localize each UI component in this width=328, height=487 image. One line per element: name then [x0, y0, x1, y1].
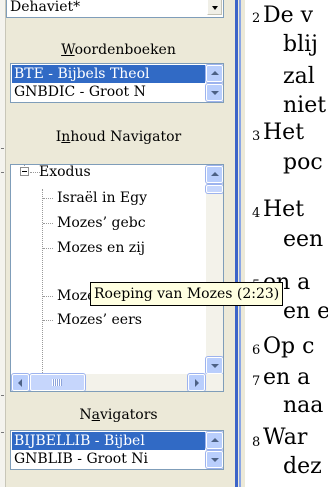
- tree-node[interactable]: Mozes en zij: [57, 238, 145, 258]
- list-item[interactable]: GNBDIC - Groot N: [12, 83, 205, 101]
- verse-number: 3: [252, 129, 261, 144]
- verse-line: en e: [283, 299, 328, 324]
- verse-line: naa: [283, 393, 324, 418]
- scroll-up-icon[interactable]: [205, 64, 223, 83]
- scroll-right-icon[interactable]: [187, 373, 206, 391]
- panel-splitter[interactable]: [231, 0, 245, 487]
- bible-text-pane[interactable]: 2 De v blij zal niet 3 Het poc 4 Het een…: [245, 0, 328, 487]
- verse-line: niet: [283, 93, 327, 118]
- edge-mark: [1, 172, 4, 173]
- tree-node-exodus[interactable]: Exodus: [39, 165, 91, 182]
- scroll-down-icon[interactable]: [205, 450, 223, 469]
- chevron-down-icon[interactable]: [207, 0, 222, 15]
- tree-connector: [42, 189, 43, 375]
- woordenboeken-label: Woordenboeken: [61, 42, 176, 58]
- vertical-scrollbar[interactable]: [205, 165, 223, 375]
- scroll-thumb[interactable]: [29, 373, 86, 391]
- tree-connector: [43, 320, 53, 321]
- horizontal-scrollbar[interactable]: [11, 373, 223, 391]
- woordenboeken-list[interactable]: BTE - Bijbels Theol GNBDIC - Groot N: [10, 63, 224, 103]
- verse-line: dez: [283, 454, 322, 479]
- tree-node[interactable]: Mozes’ eers: [57, 310, 142, 330]
- verse-number: 7: [252, 374, 261, 389]
- scroll-down-icon[interactable]: [205, 83, 223, 102]
- version-combobox-value: Dehaviet*: [10, 0, 81, 15]
- verse-line: Het: [263, 120, 305, 145]
- list-item[interactable]: BTE - Bijbels Theol: [12, 65, 205, 83]
- tree-node[interactable]: Mozes’ gebc: [57, 213, 146, 233]
- edge-mark: [1, 432, 4, 433]
- navigators-label: Navigators: [79, 407, 158, 423]
- list-item[interactable]: BIJBELLIB - Bijbel: [12, 432, 205, 450]
- splitter-highlight: [239, 0, 241, 487]
- verse-line: zal: [283, 64, 315, 89]
- splitter-bar: [235, 0, 238, 487]
- verse-line: Het: [263, 197, 305, 222]
- scroll-up-icon[interactable]: [205, 165, 223, 184]
- edge-mark: [1, 395, 4, 396]
- verse-line: War: [263, 425, 308, 450]
- edge-mark: [1, 148, 4, 149]
- tree-connector: [43, 248, 53, 249]
- verse-line: en a: [263, 365, 311, 390]
- vertical-scrollbar[interactable]: [205, 431, 223, 469]
- tree-connector: [43, 296, 53, 297]
- collapse-icon[interactable]: [20, 167, 29, 176]
- inhoud-navigator-label: Inhoud Navigator: [55, 129, 182, 145]
- scroll-up-icon[interactable]: [205, 431, 223, 450]
- verse-number: 8: [252, 435, 261, 450]
- scroll-down-icon[interactable]: [205, 356, 223, 375]
- verse-number: 6: [252, 343, 261, 358]
- verse-line: blij: [283, 32, 318, 57]
- tree-connector: [43, 223, 53, 224]
- verse-line: een: [283, 227, 324, 252]
- verse-line: Op c: [263, 334, 315, 359]
- tree-connector: [43, 198, 53, 199]
- contents-tree[interactable]: Exodus Israël in Egy Mozes’ gebc Mozes e…: [10, 164, 224, 392]
- verse-line: De v: [263, 3, 314, 28]
- verse-line: poc: [283, 150, 323, 175]
- vertical-scrollbar[interactable]: [205, 64, 223, 102]
- list-item[interactable]: GNBLIB - Groot Ni: [12, 450, 205, 468]
- verse-number: 2: [252, 11, 261, 26]
- version-combobox[interactable]: Dehaviet*: [6, 0, 224, 18]
- scroll-thumb[interactable]: [205, 184, 223, 194]
- tree-node[interactable]: Israël in Egy: [57, 188, 147, 208]
- tree-tooltip: Roeping van Mozes (2:23): [90, 282, 284, 306]
- navigation-panel: Dehaviet* Woordenboeken BTE - Bijbels Th…: [6, 0, 231, 487]
- scroll-left-icon[interactable]: [11, 373, 30, 391]
- verse-number: 4: [252, 206, 261, 221]
- navigators-list[interactable]: BIJBELLIB - Bijbel GNBLIB - Groot Ni: [10, 430, 224, 470]
